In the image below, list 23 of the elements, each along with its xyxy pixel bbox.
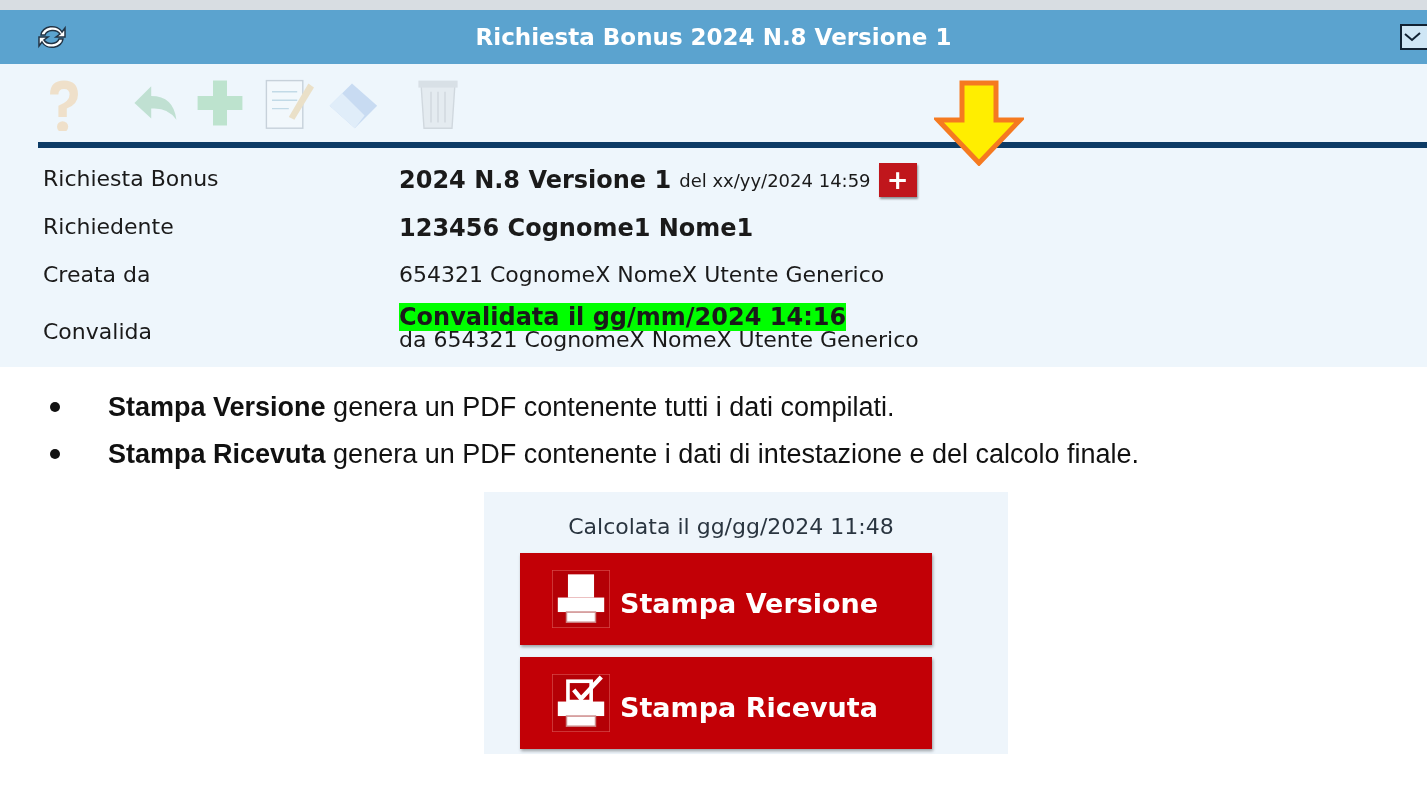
note-text: Stampa Versione genera un PDF contenente tutti i dati compilati.	[108, 391, 895, 424]
field-label: Creata da	[43, 261, 152, 289]
date-note: del xx/yy/2024 14:59	[679, 168, 871, 193]
field-label: Convalida	[43, 318, 153, 346]
status-highlight: Convalidata il gg/mm/2024 14:16	[399, 303, 847, 331]
add-button[interactable]: +	[878, 163, 917, 197]
window-icon[interactable]	[1400, 24, 1427, 50]
printer-icon	[552, 674, 610, 732]
arrow-icon	[934, 80, 1024, 166]
bullet-icon	[50, 402, 60, 413]
calculation-date: Calcolata il gg/gg/2024 11:48	[568, 513, 894, 541]
field-value: 654321 CognomeX NomeX Utente Generico	[399, 261, 885, 289]
note-text: Stampa Ricevuta genera un PDF contenente i dati di intestazione e del calcolo finale.	[108, 437, 1140, 471]
printer-icon	[552, 570, 610, 628]
field-label: Richiesta Bonus	[43, 165, 220, 193]
field-value: 123456 Cognome1 Nome1	[399, 213, 754, 244]
print-receipt-button[interactable]: Stampa Ricevuta	[520, 657, 932, 749]
field-value: 2024 N.8 Versione 1	[399, 165, 672, 196]
bullet-icon	[50, 448, 60, 459]
field-label: Richiedente	[43, 213, 175, 241]
refresh-icon[interactable]	[36, 23, 68, 51]
print-version-button[interactable]: Stampa Versione	[520, 553, 932, 645]
window-title: Richiesta Bonus 2024 N.8 Versione 1	[475, 22, 952, 52]
